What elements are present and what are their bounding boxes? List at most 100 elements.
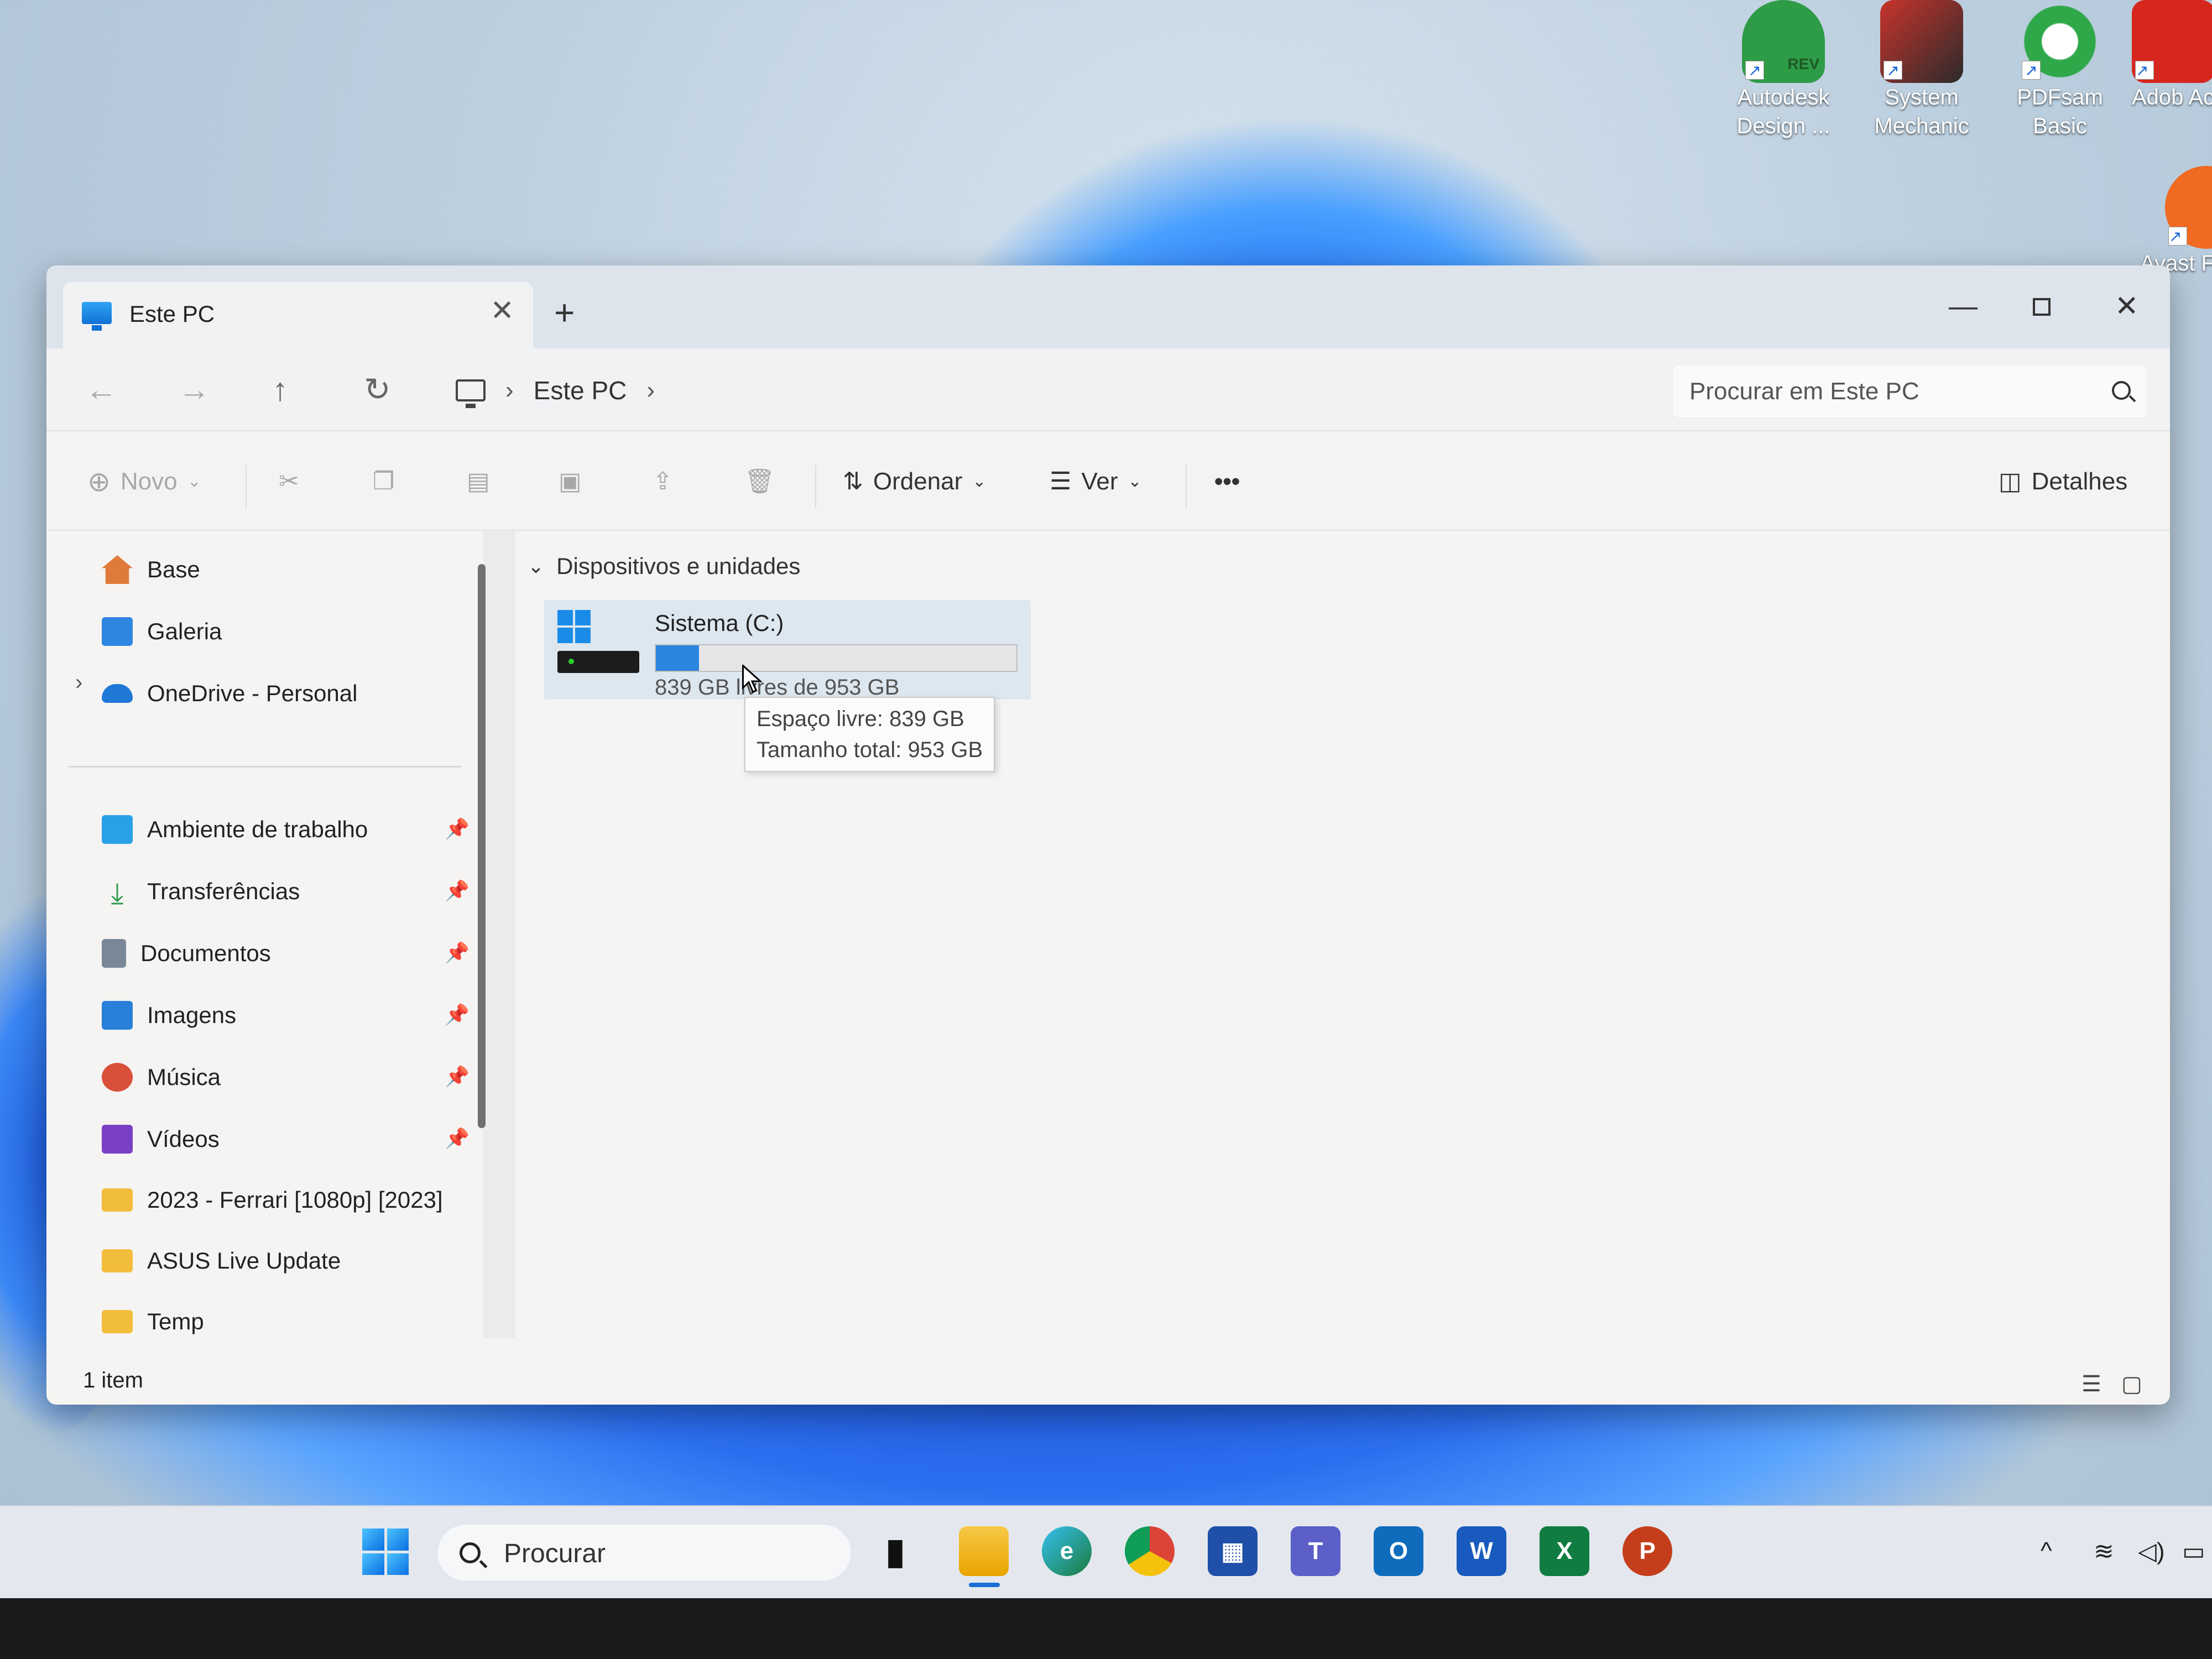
trash-icon: 🗑 xyxy=(744,468,775,495)
maximize-icon xyxy=(2033,298,2051,316)
chevron-down-icon: ⌄ xyxy=(1128,472,1142,491)
onedrive-cloud-icon xyxy=(102,684,133,703)
sidebar-item-temp[interactable]: Temp xyxy=(102,1300,204,1344)
desktop-icon-label: Adob Acrob xyxy=(2132,85,2212,109)
large-icons-view-icon[interactable]: ▢ xyxy=(2121,1371,2142,1397)
powerpoint-taskbar-button[interactable]: P xyxy=(1623,1526,1672,1576)
desktop-icon-avast[interactable]: ↗ Avast F ntivi xyxy=(2140,166,2212,278)
view-label: Ver xyxy=(1081,468,1118,495)
share-button[interactable]: ⇪ xyxy=(653,462,673,501)
command-bar: ⊕ Novo ⌄ ✂ ❐ ▤ ▣ ⇪ 🗑 ⇅ Ordenar ⌄ ☰ Ver ⌄… xyxy=(46,431,2170,531)
expand-chevron-icon[interactable]: › xyxy=(75,670,82,695)
desktop-icon-autodesk[interactable]: REV ↗ Autodesk Design ... xyxy=(1717,0,1850,140)
copy-icon: ❐ xyxy=(373,468,395,495)
folder-icon xyxy=(102,1310,133,1333)
new-tab-button[interactable]: + xyxy=(554,293,575,332)
folder-icon xyxy=(102,1249,133,1272)
sidebar-item-ambiente-de-trabalho[interactable]: Ambiente de trabalho 📌 xyxy=(102,807,483,852)
breadcrumb[interactable]: › Este PC › xyxy=(456,368,655,413)
folder-icon xyxy=(102,1188,133,1212)
copy-button[interactable]: ❐ xyxy=(373,462,394,501)
minimize-button[interactable]: — xyxy=(1949,290,1978,323)
sidebar-item-label: Imagens xyxy=(147,1002,237,1028)
pin-icon: 📌 xyxy=(445,1065,469,1088)
file-explorer-window: Este PC ✕ + — ✕ ← → ↑ ↻ › Este PC › ⊕ No… xyxy=(46,265,2170,1405)
teams-taskbar-button[interactable]: T xyxy=(1291,1526,1340,1576)
paste-button[interactable]: ▤ xyxy=(467,462,490,501)
sidebar-item-videos[interactable]: Vídeos 📌 xyxy=(102,1117,483,1161)
search-input[interactable] xyxy=(1689,373,2077,410)
chrome-taskbar-button[interactable] xyxy=(1125,1526,1175,1576)
sidebar-item-documentos[interactable]: Documentos 📌 xyxy=(102,931,483,975)
maximize-button[interactable] xyxy=(2033,290,2051,323)
monitor-bezel xyxy=(0,1598,2212,1659)
sidebar-item-label: Vídeos xyxy=(147,1126,220,1152)
search-box[interactable] xyxy=(1672,365,2148,418)
volume-icon[interactable]: ◁) xyxy=(2138,1537,2165,1566)
search-icon[interactable] xyxy=(2112,381,2131,400)
sidebar-item-imagens[interactable]: Imagens 📌 xyxy=(102,993,483,1037)
sidebar-scrollbar[interactable] xyxy=(478,564,486,1128)
delete-button[interactable]: 🗑 xyxy=(744,462,775,501)
start-button[interactable] xyxy=(362,1528,409,1575)
sidebar-item-base[interactable]: Base xyxy=(102,547,200,592)
wifi-icon[interactable]: ≋ xyxy=(2094,1537,2114,1566)
drive-tooltip: Espaço livre: 839 GB Tamanho total: 953 … xyxy=(744,697,995,772)
system-mechanic-icon: ↗ xyxy=(1880,0,1963,83)
taskbar-search[interactable] xyxy=(437,1524,852,1582)
pin-icon: 📌 xyxy=(445,1003,469,1026)
sidebar-item-galeria[interactable]: Galeria xyxy=(102,609,222,654)
download-icon: ⤓ xyxy=(111,878,124,910)
task-view-button[interactable]: ▮ xyxy=(870,1526,920,1576)
tab-close-button[interactable]: ✕ xyxy=(490,294,514,327)
adobe-acrobat-icon: ↗ xyxy=(2132,0,2212,83)
up-button[interactable]: ↑ xyxy=(272,371,288,409)
sidebar-item-label: Música xyxy=(147,1064,221,1090)
forward-button[interactable]: → xyxy=(178,371,210,409)
microsoft-store-taskbar-button[interactable]: ▦ xyxy=(1208,1526,1258,1576)
gallery-icon xyxy=(102,617,133,646)
sidebar-item-onedrive[interactable]: OneDrive - Personal xyxy=(102,671,357,716)
section-header-devices[interactable]: ⌄ Dispositivos e unidades xyxy=(528,553,800,580)
details-pane-button[interactable]: ◫ Detalhes xyxy=(1999,462,2127,501)
battery-icon[interactable]: ▭ xyxy=(2182,1537,2205,1566)
desktop-icon-pdfsam[interactable]: ↗ PDFsam Basic xyxy=(1994,0,2126,140)
rename-button[interactable]: ▣ xyxy=(559,462,582,501)
more-options-button[interactable]: ••• xyxy=(1214,462,1240,501)
divider xyxy=(815,465,816,509)
sidebar-item-ferrari-folder[interactable]: 2023 - Ferrari [1080p] [2023] xyxy=(102,1178,443,1222)
desktop-icon-system-mechanic[interactable]: ↗ System Mechanic xyxy=(1855,0,1988,140)
breadcrumb-separator[interactable]: › xyxy=(646,377,655,404)
drive-name: Sistema (C:) xyxy=(655,610,784,636)
section-title: Dispositivos e unidades xyxy=(556,553,801,579)
sidebar-item-transferencias[interactable]: ⤓ Transferências 📌 xyxy=(102,869,483,914)
breadcrumb-separator[interactable]: › xyxy=(505,377,514,404)
drive-tile-c[interactable]: Sistema (C:) 839 GB livres de 953 GB xyxy=(544,600,1031,700)
show-hidden-icons-button[interactable]: ^ xyxy=(2041,1537,2052,1565)
close-window-button[interactable]: ✕ xyxy=(2115,290,2139,323)
sort-button[interactable]: ⇅ Ordenar ⌄ xyxy=(843,462,986,501)
sidebar-item-asus-live-update[interactable]: ASUS Live Update xyxy=(102,1239,341,1283)
active-app-indicator xyxy=(969,1583,1000,1587)
details-view-icon[interactable]: ☰ xyxy=(2081,1371,2101,1397)
file-explorer-taskbar-button[interactable] xyxy=(959,1526,1009,1576)
view-button[interactable]: ☰ Ver ⌄ xyxy=(1050,462,1142,501)
sidebar-item-musica[interactable]: Música 📌 xyxy=(102,1055,483,1099)
sidebar-item-label: Temp xyxy=(147,1308,204,1334)
cut-button[interactable]: ✂ xyxy=(279,462,299,501)
taskbar-search-input[interactable] xyxy=(504,1537,813,1570)
tab-title: Este PC xyxy=(129,301,215,327)
desktop-icon-adobe-acrobat[interactable]: ↗ Adob Acrob xyxy=(2132,0,2212,112)
word-taskbar-button[interactable]: W xyxy=(1457,1526,1506,1576)
excel-taskbar-button[interactable]: X xyxy=(1540,1526,1589,1576)
outlook-taskbar-button[interactable]: O xyxy=(1374,1526,1423,1576)
refresh-button[interactable]: ↻ xyxy=(364,371,391,409)
edge-taskbar-button[interactable]: e xyxy=(1042,1526,1092,1576)
back-button[interactable]: ← xyxy=(85,371,117,409)
shortcut-arrow-icon: ↗ xyxy=(1745,61,1764,80)
tab-este-pc[interactable]: Este PC ✕ xyxy=(63,282,533,349)
breadcrumb-item-este-pc[interactable]: Este PC xyxy=(534,375,627,405)
add-circle-icon: ⊕ xyxy=(87,466,111,497)
title-bar: Este PC ✕ + — ✕ xyxy=(46,265,2170,349)
new-button[interactable]: ⊕ Novo ⌄ xyxy=(87,462,201,501)
